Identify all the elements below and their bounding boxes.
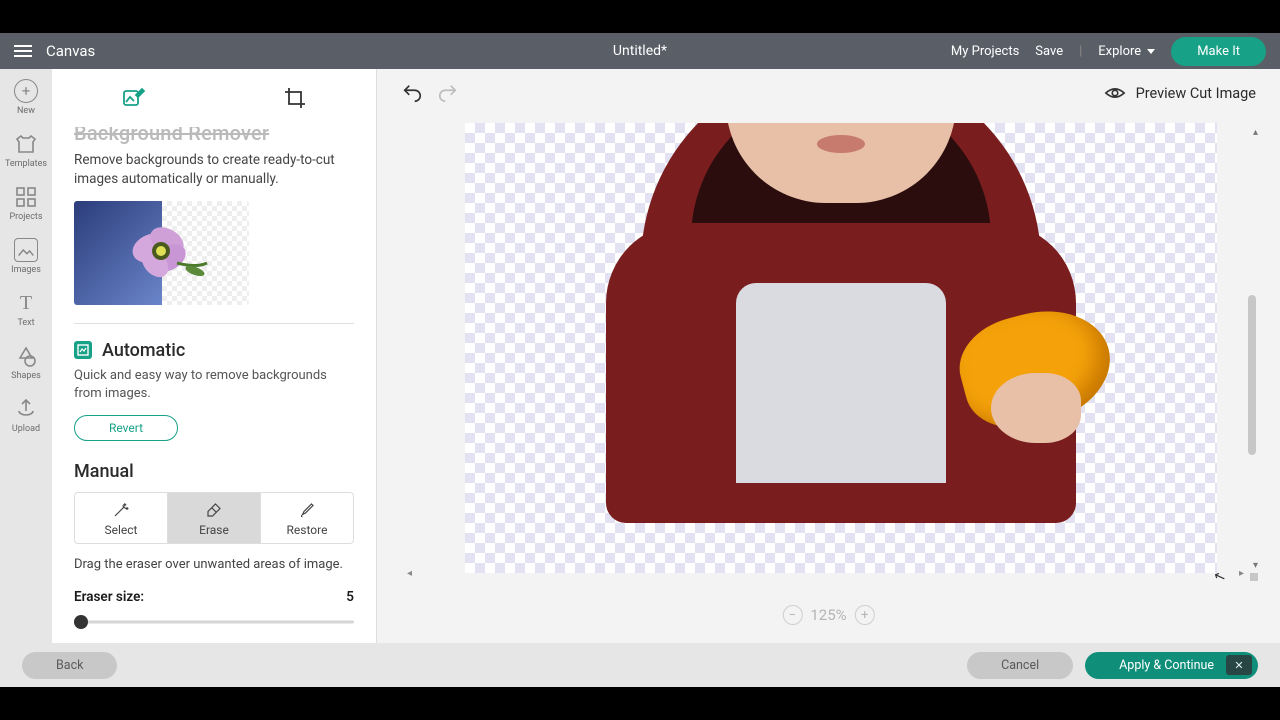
make-it-button[interactable]: Make It <box>1171 37 1266 66</box>
top-bar: Canvas Untitled* My Projects Save | Expl… <box>0 33 1280 69</box>
rail-text[interactable]: T Text <box>14 291 38 328</box>
divider <box>74 323 354 324</box>
preview-cut-toggle[interactable]: Preview Cut Image <box>1104 82 1256 104</box>
tool-select[interactable]: Select <box>75 493 167 543</box>
canvas-area: Preview Cut Image ▴ <box>377 69 1280 643</box>
scroll-down-icon[interactable]: ▾ <box>1253 560 1258 571</box>
rail-upload[interactable]: Upload <box>12 397 40 434</box>
shapes-icon <box>14 344 38 368</box>
undo-icon[interactable] <box>401 82 423 104</box>
zoom-control: − 125% + <box>782 605 874 625</box>
zoom-level: 125% <box>810 606 846 624</box>
save-link[interactable]: Save <box>1035 44 1063 59</box>
automatic-description: Quick and easy way to remove backgrounds… <box>74 367 354 403</box>
tool-restore[interactable]: Restore <box>260 493 353 543</box>
plus-icon: + <box>14 79 38 103</box>
rail-label: Images <box>11 265 41 275</box>
eraser-size-value: 5 <box>346 589 354 605</box>
rail-shapes[interactable]: Shapes <box>11 344 41 381</box>
rail-label: New <box>17 106 35 116</box>
cancel-button[interactable]: Cancel <box>967 652 1073 679</box>
bottom-bar: Back Cancel Apply & Continue ✕ <box>0 643 1280 687</box>
rail-images[interactable]: Images <box>11 238 41 275</box>
manual-tool-segment: Select Erase Restore <box>74 492 354 544</box>
redo-icon[interactable] <box>437 82 459 104</box>
tab-edit-image[interactable] <box>52 69 214 127</box>
rail-label: Projects <box>10 212 43 222</box>
menu-icon[interactable] <box>14 45 32 57</box>
upload-icon <box>14 397 38 421</box>
panel-title: Background Remover <box>74 127 354 145</box>
canvas-image[interactable] <box>465 123 1217 573</box>
cursor-icon: ↖ <box>1212 567 1228 586</box>
eraser-size-label: Eraser size: <box>74 589 144 605</box>
demo-thumbnail <box>74 201 249 305</box>
rail-label: Shapes <box>11 371 41 381</box>
explore-label: Explore <box>1098 44 1141 59</box>
brush-icon <box>298 501 316 519</box>
zoom-out-button[interactable]: − <box>782 605 802 625</box>
vertical-scrollbar[interactable] <box>1248 295 1256 455</box>
divider: | <box>1079 44 1082 59</box>
manual-description: Drag the eraser over unwanted areas of i… <box>74 556 354 575</box>
flower-icon <box>107 213 217 293</box>
auto-badge-icon <box>74 341 92 359</box>
text-icon: T <box>14 291 38 315</box>
rail-label: Templates <box>5 159 47 169</box>
canvas-viewport[interactable]: ▴ ▾ ◂ ▸ − 125% + ↖ <box>395 117 1262 643</box>
tool-erase[interactable]: Erase <box>167 493 260 543</box>
revert-button[interactable]: Revert <box>74 415 178 441</box>
document-title: Untitled* <box>613 43 667 59</box>
app-brand: Canvas <box>46 42 95 60</box>
automatic-heading: Automatic <box>102 340 185 361</box>
eraser-icon <box>205 501 223 519</box>
tab-crop[interactable] <box>214 69 376 127</box>
eraser-size-slider[interactable] <box>74 613 354 631</box>
grid-icon <box>14 185 38 209</box>
shirt-icon <box>14 132 38 156</box>
my-projects-link[interactable]: My Projects <box>951 44 1019 59</box>
side-panel: Background Remover Remove backgrounds to… <box>52 69 377 643</box>
explore-dropdown[interactable]: Explore <box>1098 44 1155 59</box>
manual-heading: Manual <box>74 461 354 482</box>
back-button[interactable]: Back <box>22 652 117 679</box>
panel-description: Remove backgrounds to create ready-to-cu… <box>74 151 354 189</box>
eye-icon <box>1104 82 1126 104</box>
chevron-down-icon <box>1147 49 1155 54</box>
image-icon <box>14 238 38 262</box>
slider-knob[interactable] <box>74 615 88 629</box>
rail-projects[interactable]: Projects <box>10 185 43 222</box>
scroll-right-icon[interactable]: ▸ <box>1239 568 1244 579</box>
tool-label: Select <box>105 523 138 537</box>
apply-continue-button[interactable]: Apply & Continue ✕ <box>1085 652 1258 679</box>
tool-label: Restore <box>287 523 328 537</box>
scroll-left-icon[interactable]: ◂ <box>407 568 412 579</box>
horizontal-scrollbar[interactable] <box>1250 573 1258 581</box>
close-overlay-icon[interactable]: ✕ <box>1226 655 1252 675</box>
preview-cut-label: Preview Cut Image <box>1136 85 1256 102</box>
edit-image-icon <box>121 86 145 110</box>
wand-icon <box>112 501 130 519</box>
zoom-in-button[interactable]: + <box>855 605 875 625</box>
left-rail: + New Templates Projects Images <box>0 69 52 643</box>
rail-label: Text <box>17 318 34 328</box>
rail-new[interactable]: + New <box>14 79 38 116</box>
apply-label: Apply & Continue <box>1119 658 1214 673</box>
panel-scroll[interactable]: Background Remover Remove backgrounds to… <box>52 127 376 643</box>
rail-label: Upload <box>12 424 40 434</box>
tool-label: Erase <box>199 523 229 537</box>
rail-templates[interactable]: Templates <box>5 132 47 169</box>
scroll-up-icon[interactable]: ▴ <box>1253 127 1258 138</box>
crop-icon <box>283 86 307 110</box>
